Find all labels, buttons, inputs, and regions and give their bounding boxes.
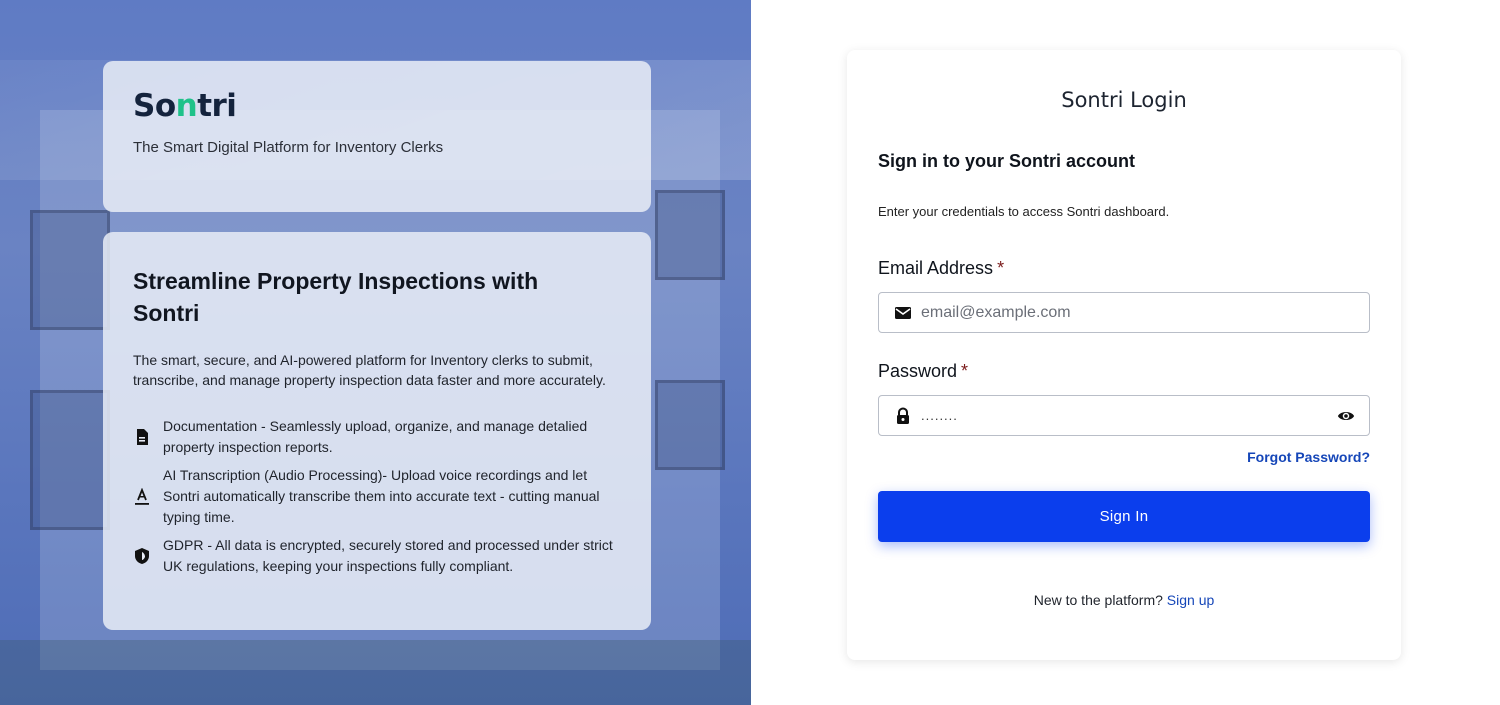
required-mark: * xyxy=(961,361,969,381)
background-window xyxy=(30,210,110,330)
login-card: Sontri Login Sign in to your Sontri acco… xyxy=(847,50,1401,660)
mail-icon xyxy=(895,307,911,319)
forgot-password-link[interactable]: Forgot Password? xyxy=(1247,449,1370,465)
brand-card: Sontri The Smart Digital Platform for In… xyxy=(103,61,651,212)
sontri-logo: Sontri xyxy=(133,88,237,124)
password-label-text: Password xyxy=(878,361,958,381)
required-mark: * xyxy=(997,258,1005,278)
feature-text: GDPR - All data is encrypted, securely s… xyxy=(163,537,613,574)
email-label: Email Address * xyxy=(878,258,1004,279)
password-input[interactable] xyxy=(921,396,1321,435)
feature-item: GDPR - All data is encrypted, securely s… xyxy=(133,535,613,579)
eye-icon[interactable] xyxy=(1337,408,1355,424)
text-format-icon xyxy=(135,488,149,505)
login-title: Sontri Login xyxy=(1061,88,1187,112)
logo-accent-letter: n xyxy=(175,88,198,124)
brand-tagline: The Smart Digital Platform for Inventory… xyxy=(133,139,444,156)
sign-in-button[interactable]: Sign In xyxy=(878,491,1370,542)
password-label: Password * xyxy=(878,361,968,382)
password-field[interactable] xyxy=(878,395,1370,436)
sign-up-link[interactable]: Sign up xyxy=(1167,592,1214,608)
shield-icon xyxy=(135,548,149,564)
hero-title: Streamline Property Inspections with Son… xyxy=(133,268,539,326)
email-label-text: Email Address xyxy=(878,258,994,278)
signup-prompt-text: New to the platform? xyxy=(1033,592,1163,608)
feature-text: Documentation - Seamlessly upload, organ… xyxy=(163,418,588,455)
logo-text: So xyxy=(133,88,176,124)
hero-description: The smart, secure, and AI-powered platfo… xyxy=(133,352,606,388)
lock-icon xyxy=(897,407,909,424)
email-field[interactable] xyxy=(878,292,1370,333)
features-card: Streamline Property Inspections with Son… xyxy=(103,232,651,630)
background-ground xyxy=(0,640,751,705)
document-icon xyxy=(137,429,148,445)
signin-heading: Sign in to your Sontri account xyxy=(878,151,1136,171)
hero-panel: Sontri The Smart Digital Platform for In… xyxy=(0,0,751,705)
background-window xyxy=(655,190,725,280)
background-window xyxy=(30,390,110,530)
background-window xyxy=(655,380,725,470)
feature-text: AI Transcription (Audio Processing)- Upl… xyxy=(163,467,600,525)
signup-prompt: New to the platform? Sign up xyxy=(847,592,1401,608)
signin-subheading: Enter your credentials to access Sontri … xyxy=(878,204,1170,219)
logo-text: tri xyxy=(197,88,237,124)
feature-item: Documentation - Seamlessly upload, organ… xyxy=(133,416,613,460)
email-input[interactable] xyxy=(921,293,1321,332)
feature-item: AI Transcription (Audio Processing)- Upl… xyxy=(133,465,613,529)
